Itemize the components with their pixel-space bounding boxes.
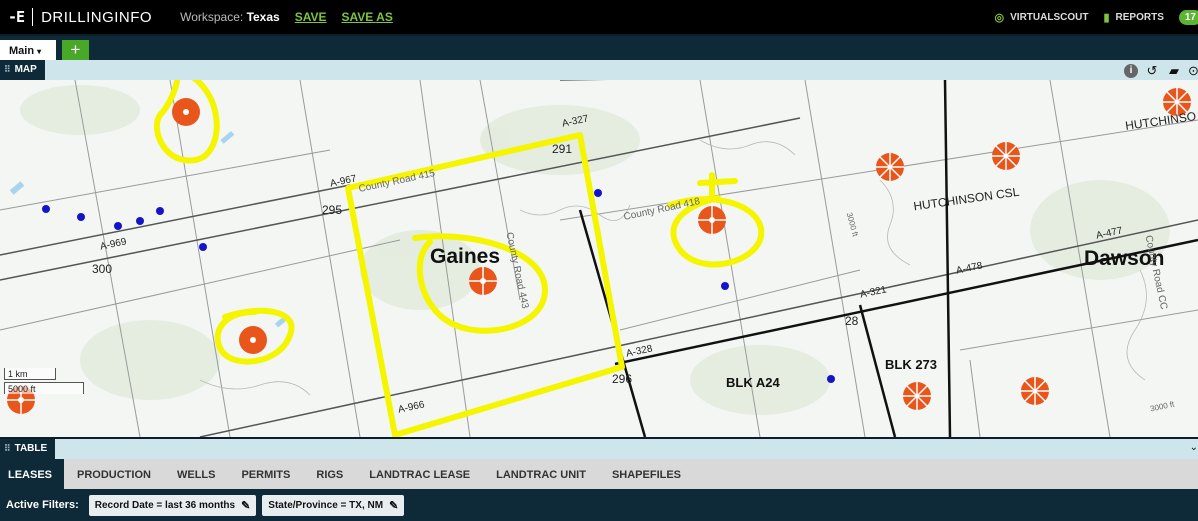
reports-button[interactable]: ▮ REPORTS	[1103, 11, 1163, 24]
logo-text: DRILLINGINFO	[41, 8, 153, 26]
block-label-273: BLK 273	[885, 357, 938, 372]
virtualscout-button[interactable]: ◎ VIRTUALSCOUT	[995, 11, 1089, 24]
abstract-label: 291	[552, 142, 573, 156]
top-right-menu: ◎ VIRTUALSCOUT ▮ REPORTS 17	[995, 0, 1198, 34]
pencil-icon[interactable]: ✎	[389, 499, 398, 512]
scale-ft-label: 5000 ft	[8, 384, 36, 394]
table-panel-title: TABLE	[14, 443, 48, 454]
tab-production[interactable]: PRODUCTION	[64, 459, 164, 489]
reports-label: REPORTS	[1115, 11, 1164, 23]
tab-shapefiles[interactable]: SHAPEFILES	[599, 459, 694, 489]
logo-divider	[32, 8, 34, 26]
block-label-a24: BLK A24	[726, 375, 780, 390]
map-panel-tag[interactable]: ⠿ MAP	[0, 60, 45, 80]
table-panel-header: ⠿ TABLE ⌄	[0, 439, 1198, 459]
abstract-label: 28	[845, 314, 859, 328]
reports-count-badge[interactable]: 17	[1178, 9, 1198, 25]
virtualscout-label: VIRTUALSCOUT	[1010, 11, 1089, 23]
filter-chip-label: State/Province = TX, NM	[268, 499, 384, 511]
info-icon[interactable]: i	[1124, 64, 1138, 78]
map-layers-icon[interactable]: ▰	[1166, 63, 1182, 79]
tab-landtrac-lease[interactable]: LANDTRAC LEASE	[356, 459, 483, 489]
workspace-indicator: Workspace: Texas	[180, 10, 280, 24]
abstract-label: 296	[612, 372, 633, 386]
tab-permits[interactable]: PERMITS	[228, 459, 303, 489]
active-filters-label: Active Filters:	[6, 499, 79, 511]
drag-handle-icon[interactable]: ⠿	[4, 64, 11, 75]
workspace-name: Texas	[246, 10, 280, 24]
reset-icon[interactable]: ↺	[1144, 63, 1160, 79]
active-filters-bar: Active Filters: Record Date = last 36 mo…	[0, 489, 1198, 521]
top-bar: -E DRILLINGINFO Workspace: Texas SAVE SA…	[0, 0, 1198, 34]
well-marker[interactable]	[469, 267, 497, 295]
map-panel-header: ⠿ MAP	[0, 60, 1198, 80]
well-marker[interactable]	[698, 206, 726, 234]
table-tab-bar: LEASES PRODUCTION WELLS PERMITS RIGS LAN…	[0, 459, 1198, 489]
abstract-label: 295	[322, 203, 343, 217]
well-marker[interactable]	[239, 326, 267, 354]
well-marker[interactable]	[876, 153, 904, 181]
collapse-chevron-icon[interactable]: ⌄	[1190, 442, 1198, 453]
logo-mark: -E	[8, 8, 25, 26]
scale-km-label: 1 km	[8, 369, 28, 379]
add-tab-button[interactable]: +	[62, 40, 89, 60]
filter-chip-record-date[interactable]: Record Date = last 36 months ✎	[88, 494, 257, 516]
app-logo[interactable]: -E DRILLINGINFO	[0, 0, 152, 34]
filter-chip-label: Record Date = last 36 months	[94, 499, 236, 511]
county-label-gaines: Gaines	[430, 245, 501, 268]
save-link[interactable]: SAVE	[295, 10, 327, 24]
map-toolbar: i ↺ ▰ ⊙	[1124, 62, 1198, 80]
tab-main[interactable]: Main ▾	[0, 40, 56, 62]
document-icon: ▮	[1103, 11, 1110, 24]
tab-main-label: Main	[9, 45, 35, 57]
drag-handle-icon[interactable]: ⠿	[4, 443, 11, 454]
workspace-tab-row: Main ▾ +	[0, 34, 1198, 62]
map-scale-bar: 1 km 5000 ft	[4, 368, 86, 398]
filter-chip-state[interactable]: State/Province = TX, NM ✎	[262, 494, 405, 516]
chevron-down-icon: ▾	[37, 47, 42, 56]
well-marker[interactable]	[992, 142, 1020, 170]
map-canvas[interactable]: Gaines Dawson BLK A24 BLK 273 HUTCHINSON…	[0, 80, 1198, 437]
tab-landtrac-unit[interactable]: LANDTRAC UNIT	[483, 459, 599, 489]
abstract-label: 300	[92, 262, 113, 276]
well-marker[interactable]	[903, 382, 931, 410]
tab-rigs[interactable]: RIGS	[303, 459, 356, 489]
tab-wells[interactable]: WELLS	[164, 459, 229, 489]
well-marker[interactable]	[1021, 377, 1049, 405]
save-as-link[interactable]: SAVE AS	[342, 10, 393, 24]
target-icon: ◎	[994, 11, 1005, 24]
pencil-icon[interactable]: ✎	[241, 499, 250, 512]
map-graphics	[0, 80, 1198, 437]
workspace-label: Workspace:	[180, 10, 244, 24]
settings-icon[interactable]: ⊙	[1188, 63, 1198, 79]
tab-leases[interactable]: LEASES	[0, 459, 65, 489]
map-panel-title: MAP	[14, 64, 37, 75]
well-marker[interactable]	[172, 98, 200, 126]
table-panel-tag[interactable]: ⠿ TABLE	[0, 439, 56, 459]
